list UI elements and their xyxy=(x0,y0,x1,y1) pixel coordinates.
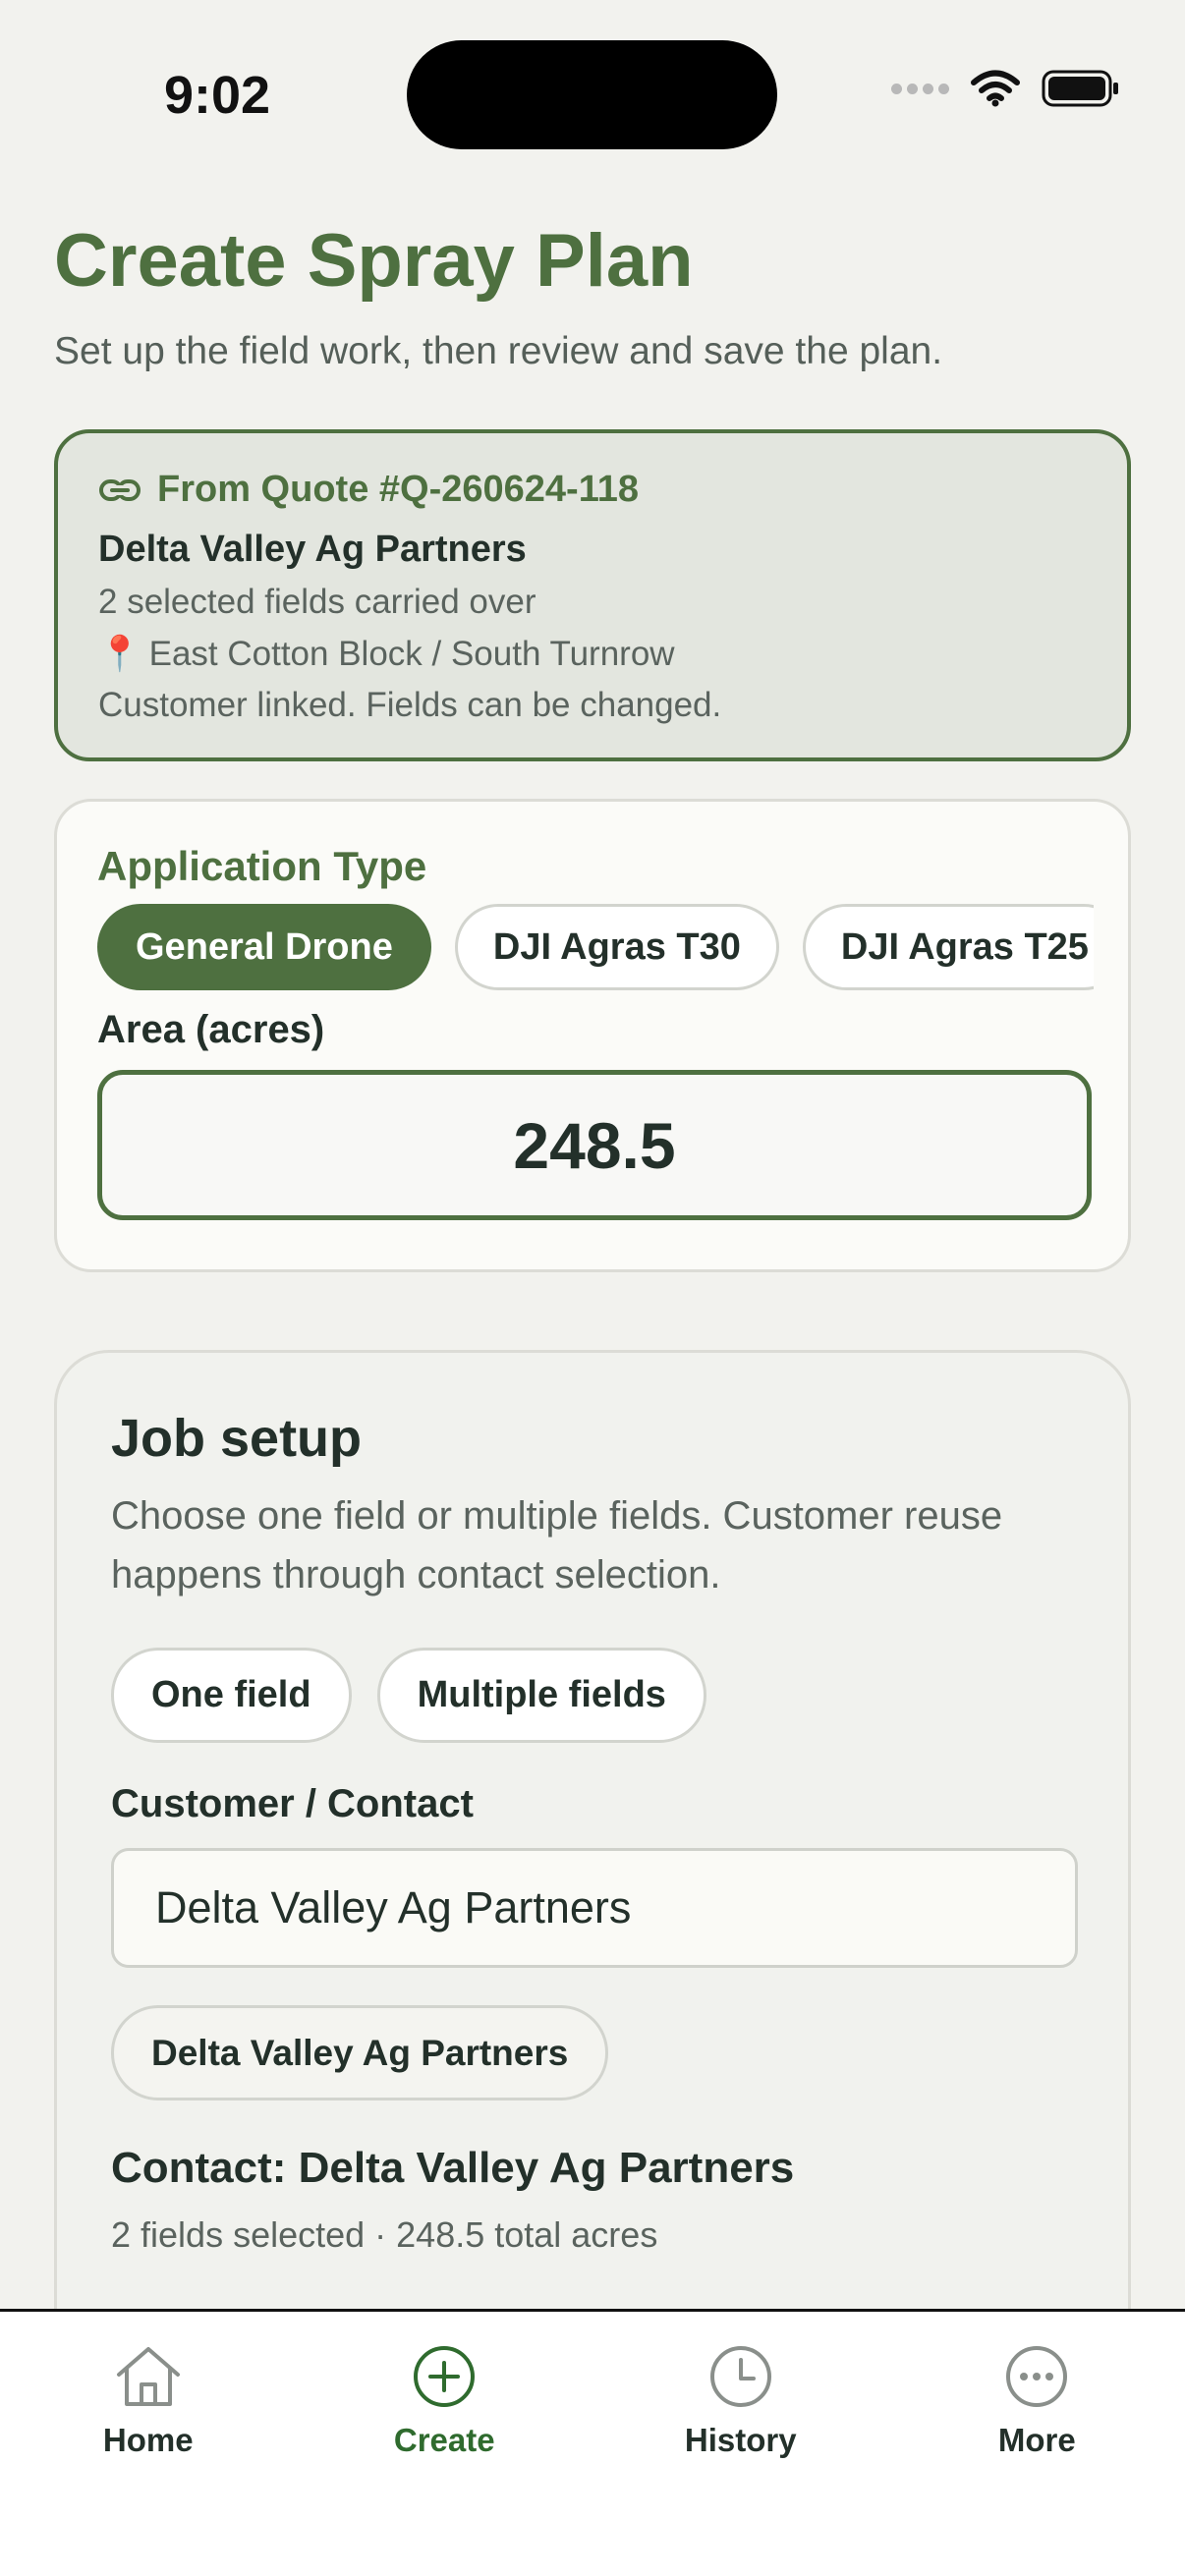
cellular-signal-icon xyxy=(891,83,949,94)
application-card: Application Type General Drone DJI Agras… xyxy=(54,799,1131,1272)
tab-more[interactable]: More xyxy=(889,2312,1185,2476)
tab-home-label: Home xyxy=(102,2422,194,2458)
area-input[interactable]: 248.5 xyxy=(97,1070,1092,1220)
tab-history-label: History xyxy=(684,2422,797,2458)
status-time: 9:02 xyxy=(164,66,271,125)
application-type-label: Application Type xyxy=(97,843,427,889)
page-subtitle: Set up the field work, then review and s… xyxy=(54,330,943,372)
house-icon xyxy=(116,2347,180,2406)
map-pin-icon: 📍 xyxy=(98,635,141,673)
quote-customer: Delta Valley Ag Partners xyxy=(98,529,527,570)
chip-general-drone[interactable]: General Drone xyxy=(97,904,431,990)
field-mode-toggle[interactable]: One field Multiple fields xyxy=(111,1648,1128,1743)
contact-input[interactable] xyxy=(111,1848,1078,1968)
plus-circle-icon xyxy=(414,2346,476,2407)
application-type-chips[interactable]: General Drone DJI Agras T30 DJI Agras T2… xyxy=(97,904,1094,990)
wifi-icon xyxy=(971,70,1020,107)
job-setup-title: Job setup xyxy=(111,1409,363,1468)
status-icons xyxy=(891,69,1120,108)
job-setup-description: Choose one field or multiple fields. Cus… xyxy=(111,1494,1003,1596)
home-indicator-area xyxy=(0,2476,1185,2576)
quote-card[interactable]: From Quote #Q-260624-118 Delta Valley Ag… xyxy=(54,429,1131,761)
page-title: Create Spray Plan xyxy=(54,219,694,303)
link-icon xyxy=(99,478,141,501)
fields-summary: 2 fields selected · 248.5 total acres xyxy=(111,2214,658,2255)
contact-suggestion-chip[interactable]: Delta Valley Ag Partners xyxy=(111,2005,609,2100)
chip-dji-agras-t25[interactable]: DJI Agras T25 xyxy=(802,904,1094,990)
tab-more-label: More xyxy=(997,2422,1076,2458)
quote-header: From Quote #Q-260624-118 xyxy=(98,469,1127,511)
area-label: Area (acres) xyxy=(97,1008,325,1051)
tab-create[interactable]: Create xyxy=(297,2312,593,2476)
one-field-button[interactable]: One field xyxy=(111,1648,352,1743)
screen: 9:02 Create Spray Plan Set up the field … xyxy=(0,0,1185,2576)
quote-title: From Quote #Q-260624-118 xyxy=(157,469,639,510)
quote-location: East Cotton Block / South Turnrow xyxy=(148,635,675,673)
tab-create-label: Create xyxy=(393,2422,495,2458)
quote-fields-line: 2 selected fields carried over xyxy=(98,583,536,621)
tab-history[interactable]: History xyxy=(592,2312,889,2476)
more-icon xyxy=(1006,2346,1068,2407)
quote-note: Customer linked. Fields can be changed. xyxy=(98,686,722,724)
clock-icon xyxy=(709,2346,771,2407)
contact-label: Customer / Contact xyxy=(111,1782,474,1825)
dynamic-island xyxy=(407,40,777,149)
multiple-fields-button[interactable]: Multiple fields xyxy=(376,1648,706,1743)
quote-location-line: 📍 East Cotton Block / South Turnrow xyxy=(98,634,1127,674)
battery-icon xyxy=(1042,70,1118,107)
tab-home[interactable]: Home xyxy=(0,2312,297,2476)
tab-bar: Home Create History More xyxy=(0,2309,1185,2476)
chip-dji-agras-t30[interactable]: DJI Agras T30 xyxy=(454,904,779,990)
contact-summary: Contact: Delta Valley Ag Partners xyxy=(111,2144,795,2192)
